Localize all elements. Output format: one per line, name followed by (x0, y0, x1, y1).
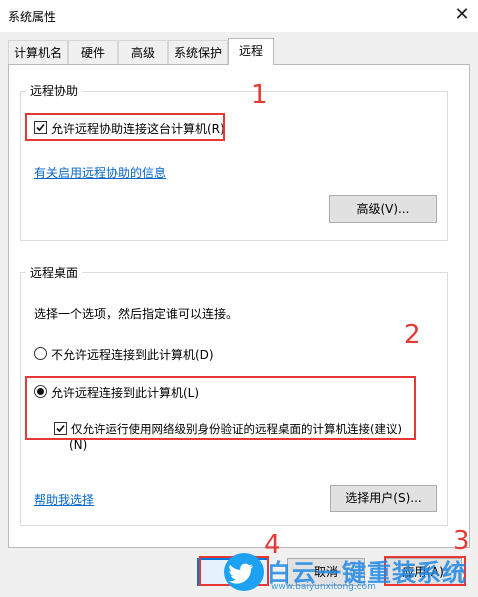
annotation-box-2 (25, 376, 416, 440)
annotation-box-1 (25, 113, 225, 141)
help-me-choose-link[interactable]: 帮助我选择 (34, 491, 94, 508)
remote-assistance-title: 远程协助 (26, 82, 83, 99)
title-bar: 系统属性 ✕ (0, 0, 478, 32)
annotation-number-1: 1 (251, 80, 268, 110)
remote-desktop-title: 远程桌面 (26, 264, 83, 281)
tab-advanced[interactable]: 高级 (118, 40, 168, 64)
close-icon[interactable]: ✕ (448, 2, 476, 28)
watermark-logo: 白云一键重装系统 www.baiyunxitong.com (267, 553, 472, 593)
advanced-button[interactable]: 高级(V)... (329, 195, 437, 223)
watermark-url: www.baiyunxitong.com (271, 582, 376, 592)
remote-desktop-instruction: 选择一个选项，然后指定谁可以连接。 (34, 307, 239, 321)
tab-hardware[interactable]: 硬件 (68, 40, 118, 64)
twitter-bird-icon (224, 553, 264, 591)
tab-system-protection[interactable]: 系统保护 (168, 40, 228, 64)
disallow-remote-label[interactable]: 不允许远程连接到此计算机(D) (51, 346, 214, 363)
select-users-button[interactable]: 选择用户(S)... (330, 485, 437, 512)
nla-only-label-suffix: (N) (69, 438, 88, 452)
remote-assistance-info-link[interactable]: 有关启用远程协助的信息 (34, 164, 166, 181)
window-title: 系统属性 (8, 10, 57, 24)
annotation-number-2: 2 (404, 320, 421, 350)
tab-computer-name[interactable]: 计算机名 (8, 40, 68, 64)
tab-remote[interactable]: 远程 (228, 38, 274, 65)
disallow-remote-radio[interactable] (34, 347, 47, 360)
annotation-number-3: 3 (453, 526, 470, 556)
